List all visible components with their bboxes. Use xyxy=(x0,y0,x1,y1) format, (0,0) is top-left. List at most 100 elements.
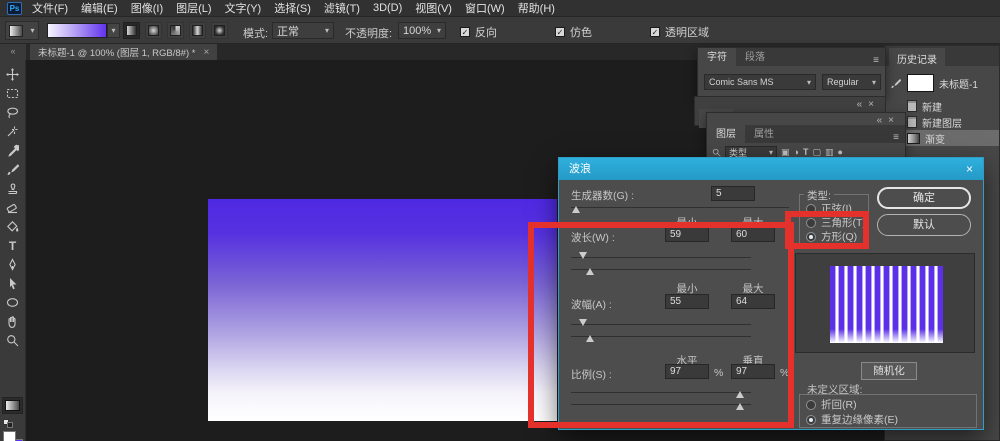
panel-menu-icon[interactable]: ≡ xyxy=(873,55,879,66)
smart-object-filter-icon[interactable]: ▥ xyxy=(825,147,834,158)
character-panel: 字符 段落 ≡ Comic Sans MS ▾ Regular ▾ xyxy=(697,47,886,98)
diamond-gradient-button[interactable] xyxy=(211,22,228,39)
diamond-gradient-icon xyxy=(214,25,225,36)
close-icon[interactable]: × xyxy=(868,99,880,110)
document-tab[interactable]: 未标题-1 @ 100% (图层 1, RGB/8#) * × xyxy=(30,44,217,60)
history-snapshot-row[interactable]: 未标题-1 xyxy=(885,72,999,94)
radial-gradient-icon xyxy=(148,25,159,36)
brush-tool[interactable] xyxy=(0,161,25,178)
toolbar: T xyxy=(0,60,26,441)
rectangular-marquee-tool[interactable] xyxy=(0,85,25,102)
opacity-select[interactable]: 100% ▾ xyxy=(398,22,446,39)
current-gradient-swatch[interactable] xyxy=(2,397,23,414)
font-family-select[interactable]: Comic Sans MS ▾ xyxy=(704,74,816,90)
adjustment-layer-filter-icon[interactable]: ◑ xyxy=(794,147,799,157)
tab-history[interactable]: 历史记录 xyxy=(889,48,945,69)
transparency-label: 透明区域 xyxy=(665,24,709,40)
foreground-color-swatch[interactable] xyxy=(3,431,16,441)
menu-help[interactable]: 帮助(H) xyxy=(518,0,555,16)
reflected-gradient-icon xyxy=(192,25,203,36)
radio-icon[interactable] xyxy=(806,415,816,425)
dialog-close-icon[interactable]: × xyxy=(966,158,973,180)
move-tool[interactable] xyxy=(0,66,25,83)
history-brush-source-icon[interactable] xyxy=(888,78,902,89)
shape-layer-filter-icon[interactable]: ▢ xyxy=(812,147,821,158)
wave-preview-image xyxy=(830,266,943,343)
menu-type[interactable]: 文字(Y) xyxy=(225,0,262,16)
menu-image[interactable]: 图像(I) xyxy=(131,0,163,16)
reverse-label: 反向 xyxy=(475,24,497,40)
history-entry-label: 新建 xyxy=(922,99,942,114)
history-entry-label: 新建图层 xyxy=(922,115,962,130)
gradient-sample[interactable] xyxy=(47,23,107,38)
reflected-gradient-button[interactable] xyxy=(189,22,206,39)
linear-gradient-button[interactable] xyxy=(123,22,140,39)
paint-bucket-gradient-tool[interactable] xyxy=(0,218,25,235)
repeat-edge-pixels-option[interactable]: 重复边缘像素(E) xyxy=(806,412,898,427)
panel-window-buttons[interactable]: «× xyxy=(877,115,900,126)
panel-menu-icon[interactable]: ≡ xyxy=(893,132,899,143)
reverse-checkbox-row: ✓ 反向 xyxy=(460,24,497,40)
quick-selection-tool[interactable] xyxy=(0,123,25,140)
wrap-around-option[interactable]: 折回(R) xyxy=(806,397,857,412)
search-icon xyxy=(712,148,721,157)
radial-gradient-button[interactable] xyxy=(145,22,162,39)
lasso-tool[interactable] xyxy=(0,104,25,121)
generators-input[interactable]: 5 xyxy=(711,186,755,201)
tab-properties[interactable]: 属性 xyxy=(745,125,783,143)
menu-view[interactable]: 视图(V) xyxy=(415,0,452,16)
angle-gradient-icon xyxy=(170,25,181,36)
generators-label: 生成器数(G) : xyxy=(571,188,634,203)
eyedropper-tool[interactable] xyxy=(0,142,25,159)
menu-file[interactable]: 文件(F) xyxy=(32,0,68,16)
tab-paragraph[interactable]: 段落 xyxy=(736,48,774,66)
collapse-icon[interactable]: « xyxy=(877,115,889,126)
default-button[interactable]: 默认 xyxy=(877,214,971,236)
default-colors-icon[interactable] xyxy=(3,419,14,428)
tab-character[interactable]: 字符 xyxy=(698,48,736,66)
zoom-tool[interactable] xyxy=(0,332,25,349)
reverse-checkbox[interactable]: ✓ xyxy=(460,27,470,37)
type-layer-filter-icon[interactable]: T xyxy=(803,147,809,157)
angle-gradient-button[interactable] xyxy=(167,22,184,39)
path-selection-tool[interactable] xyxy=(0,275,25,292)
ellipse-shape-tool[interactable] xyxy=(0,294,25,311)
font-style-select[interactable]: Regular ▾ xyxy=(822,74,881,90)
menu-edit[interactable]: 编辑(E) xyxy=(81,0,118,16)
layers-panel: «× 图层 属性 ≡ 类型▾ ▣ ◑ T ▢ ▥ ● xyxy=(706,112,906,158)
collapse-icon[interactable]: « xyxy=(857,99,869,110)
document-title: 未标题-1 @ 100% (图层 1, RGB/8#) * xyxy=(38,45,195,59)
dither-checkbox[interactable]: ✓ xyxy=(555,27,565,37)
tab-layers[interactable]: 图层 xyxy=(707,125,745,143)
transparency-checkbox[interactable]: ✓ xyxy=(650,27,660,37)
gradient-preset-icon xyxy=(9,25,23,37)
close-tab-icon[interactable]: × xyxy=(203,47,209,58)
radio-icon[interactable] xyxy=(806,400,816,410)
canvas-image[interactable] xyxy=(208,199,557,421)
tool-preset-dropdown[interactable]: ▾ xyxy=(5,21,39,40)
pixel-layer-filter-icon[interactable]: ▣ xyxy=(781,147,790,158)
eraser-tool[interactable] xyxy=(0,199,25,216)
clone-stamp-tool[interactable] xyxy=(0,180,25,197)
menu-window[interactable]: 窗口(W) xyxy=(465,0,505,16)
menu-filter[interactable]: 滤镜(T) xyxy=(324,0,360,16)
type-tool[interactable]: T xyxy=(0,237,25,254)
opacity-value: 100% xyxy=(403,25,431,37)
toolbar-collapse-button[interactable]: « xyxy=(0,44,26,60)
filter-toggle-icon[interactable]: ● xyxy=(837,147,842,157)
dialog-title-bar[interactable]: 波浪 xyxy=(559,158,983,180)
close-icon[interactable]: × xyxy=(888,115,900,126)
wave-preview-box xyxy=(795,253,975,353)
panel-window-buttons[interactable]: «× xyxy=(857,99,880,110)
menu-3d[interactable]: 3D(D) xyxy=(373,2,402,14)
ok-button[interactable]: 确定 xyxy=(877,187,971,209)
menu-select[interactable]: 选择(S) xyxy=(274,0,311,16)
pen-tool[interactable] xyxy=(0,256,25,273)
randomize-button[interactable]: 随机化 xyxy=(861,362,917,380)
menu-layer[interactable]: 图层(L) xyxy=(176,0,211,16)
mode-select[interactable]: 正常 ▾ xyxy=(272,22,334,39)
generators-slider[interactable] xyxy=(571,202,789,214)
gradient-picker-chevron[interactable]: ▾ xyxy=(107,23,120,38)
hand-tool[interactable] xyxy=(0,313,25,330)
slider-thumb[interactable] xyxy=(572,206,580,213)
